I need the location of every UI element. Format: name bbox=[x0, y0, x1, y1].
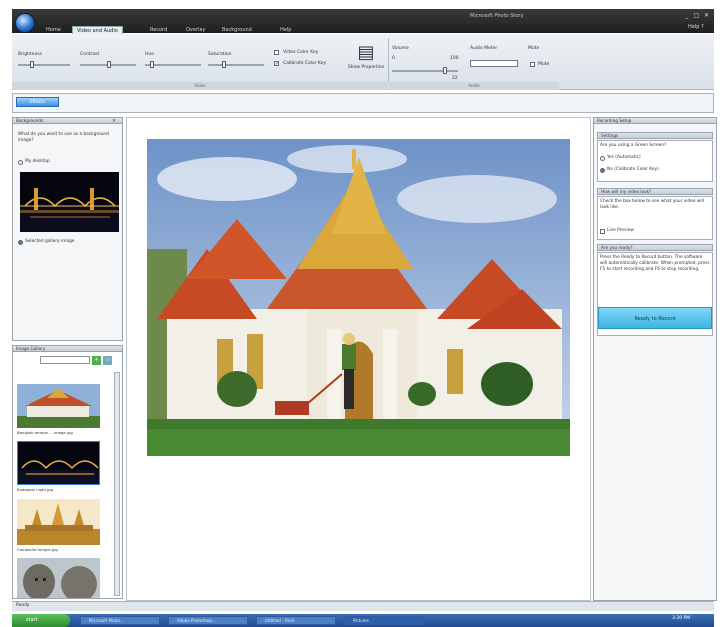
tab-video-and-audio[interactable]: Video and Audio bbox=[72, 26, 123, 34]
ribbon-separator bbox=[388, 38, 389, 82]
automatic-radio-label: Yes (Automatic) bbox=[607, 155, 641, 160]
close-button[interactable]: ✕ bbox=[702, 12, 711, 20]
start-button[interactable]: start bbox=[12, 614, 70, 627]
gallery-thumb-3[interactable] bbox=[17, 499, 100, 545]
tab-background[interactable]: Background bbox=[218, 26, 256, 34]
effects-button[interactable]: Effects bbox=[16, 97, 59, 107]
live-preview-checkbox[interactable] bbox=[600, 229, 605, 234]
gallery-caption-1: Bangkok temple ... image.jpg bbox=[17, 430, 73, 435]
window-title: Microsoft Photo Story bbox=[470, 13, 524, 19]
gallery-caption-3: Cambodia temple.jpg bbox=[17, 547, 58, 552]
gallery-thumb-4[interactable] bbox=[17, 558, 100, 598]
gallery-add-icon[interactable]: + bbox=[92, 356, 101, 365]
hue-label: Hue bbox=[145, 52, 155, 57]
video-look-section-header: How will my video look? bbox=[597, 188, 713, 195]
preview-photo bbox=[147, 139, 570, 456]
settings-section-header: Settings bbox=[597, 132, 713, 139]
video-look-text: Check the box below to see what your vid… bbox=[600, 199, 704, 210]
ready-instructions: Press the Ready to Record button. The so… bbox=[600, 255, 710, 272]
contrast-label: Contrast bbox=[80, 52, 100, 57]
mute-checkbox[interactable] bbox=[530, 62, 535, 67]
taskbar-item-2[interactable]: Adobe Photoshop... bbox=[168, 616, 248, 625]
audio-meter bbox=[470, 60, 518, 67]
maximize-button[interactable]: □ bbox=[692, 12, 701, 20]
budapest-thumbnail bbox=[18, 442, 99, 484]
mute-label: Mute bbox=[528, 46, 540, 51]
audio-group-label: Audio bbox=[389, 82, 559, 90]
show-properties-icon[interactable]: ▤ bbox=[356, 42, 376, 64]
image-gallery-header: Image Gallery bbox=[12, 345, 123, 352]
budapest-night-thumbnail bbox=[20, 172, 119, 232]
tab-record[interactable]: Record bbox=[146, 26, 171, 34]
gallery-scrollbar[interactable] bbox=[114, 372, 120, 596]
selected-gallery-radio-label: Selected gallery image bbox=[25, 239, 75, 244]
desktop-radio-label: My desktop bbox=[25, 159, 50, 164]
temple-thumbnail bbox=[17, 384, 100, 428]
volume-value: 22 bbox=[452, 76, 458, 81]
calibrate-radio-label: No (Calibrate Color Key) bbox=[607, 167, 659, 172]
cambodia-temple-thumbnail bbox=[17, 499, 100, 545]
ready-section-header: Are you ready? bbox=[597, 244, 713, 251]
taskbar-clock: 3:30 PM bbox=[672, 616, 691, 621]
audio-meter-label: Audio Meter bbox=[470, 46, 498, 51]
tab-help[interactable]: Help bbox=[276, 26, 295, 34]
status-bar bbox=[12, 601, 714, 611]
recording-setup-header: Recording Setup bbox=[593, 117, 717, 124]
saturation-slider[interactable] bbox=[208, 64, 264, 66]
video-color-key-label: Video Color Key bbox=[283, 50, 319, 55]
saturation-label: Saturation bbox=[208, 52, 232, 57]
video-color-key-checkbox[interactable] bbox=[274, 50, 279, 55]
tab-home[interactable]: Home bbox=[42, 26, 65, 34]
show-properties-button[interactable]: Show Properties bbox=[346, 65, 386, 70]
temple-photo bbox=[147, 139, 570, 456]
help-button[interactable]: Help ? bbox=[688, 24, 704, 30]
background-preview-image bbox=[20, 172, 119, 232]
video-group-label: Video bbox=[12, 82, 388, 90]
live-preview-label: Live Preview bbox=[607, 228, 634, 233]
backgrounds-panel-header: Backgrounds bbox=[12, 117, 123, 124]
ready-to-record-button[interactable]: Ready to Record bbox=[598, 307, 712, 329]
minimize-button[interactable]: _ bbox=[682, 12, 691, 20]
taskbar-item-3[interactable]: Untitled - Paint bbox=[256, 616, 336, 625]
gallery-thumb-1[interactable] bbox=[17, 384, 100, 428]
volume-max-label: 100 bbox=[450, 56, 459, 61]
desktop-radio[interactable] bbox=[18, 160, 23, 165]
gallery-thumb-2[interactable] bbox=[17, 441, 100, 485]
volume-min-label: 0 bbox=[392, 56, 395, 61]
volume-slider-thumb[interactable] bbox=[443, 67, 447, 74]
status-text: Ready bbox=[16, 603, 30, 608]
brightness-slider-thumb[interactable] bbox=[30, 61, 34, 68]
mute-checkbox-label: Mute bbox=[538, 62, 550, 67]
automatic-radio[interactable] bbox=[600, 156, 605, 161]
stone-face-thumbnail bbox=[17, 558, 100, 598]
gallery-search-icon[interactable]: ⌕ bbox=[103, 356, 112, 365]
tab-overlay[interactable]: Overlay bbox=[182, 26, 209, 34]
volume-slider[interactable] bbox=[392, 70, 458, 72]
calibrate-radio[interactable] bbox=[600, 168, 605, 173]
saturation-slider-thumb[interactable] bbox=[222, 61, 226, 68]
app-menu-orb[interactable] bbox=[15, 13, 35, 33]
panel-close-icon[interactable]: ✕ bbox=[112, 118, 116, 124]
selected-gallery-radio[interactable] bbox=[18, 240, 23, 245]
contrast-slider-thumb[interactable] bbox=[107, 61, 111, 68]
gallery-search-input[interactable] bbox=[40, 356, 90, 364]
taskbar-item-4[interactable]: Pictures bbox=[344, 616, 424, 625]
brightness-slider[interactable] bbox=[18, 64, 70, 66]
calibrate-color-key-label: Calibrate Color Key bbox=[283, 61, 327, 66]
calibrate-color-key-checkbox[interactable]: ✓ bbox=[274, 61, 279, 67]
taskbar-item-1[interactable]: Microsoft Photo... bbox=[80, 616, 160, 625]
backgrounds-question: What do you want to use as a background … bbox=[18, 132, 109, 143]
effects-strip bbox=[12, 93, 714, 113]
brightness-label: Brightness bbox=[18, 52, 42, 57]
volume-label: Volume bbox=[392, 46, 409, 51]
green-screen-question: Are you using a Green Screen? bbox=[600, 143, 667, 148]
gallery-caption-2: Budapest night.jpg bbox=[17, 487, 54, 492]
hue-slider-thumb[interactable] bbox=[150, 61, 154, 68]
